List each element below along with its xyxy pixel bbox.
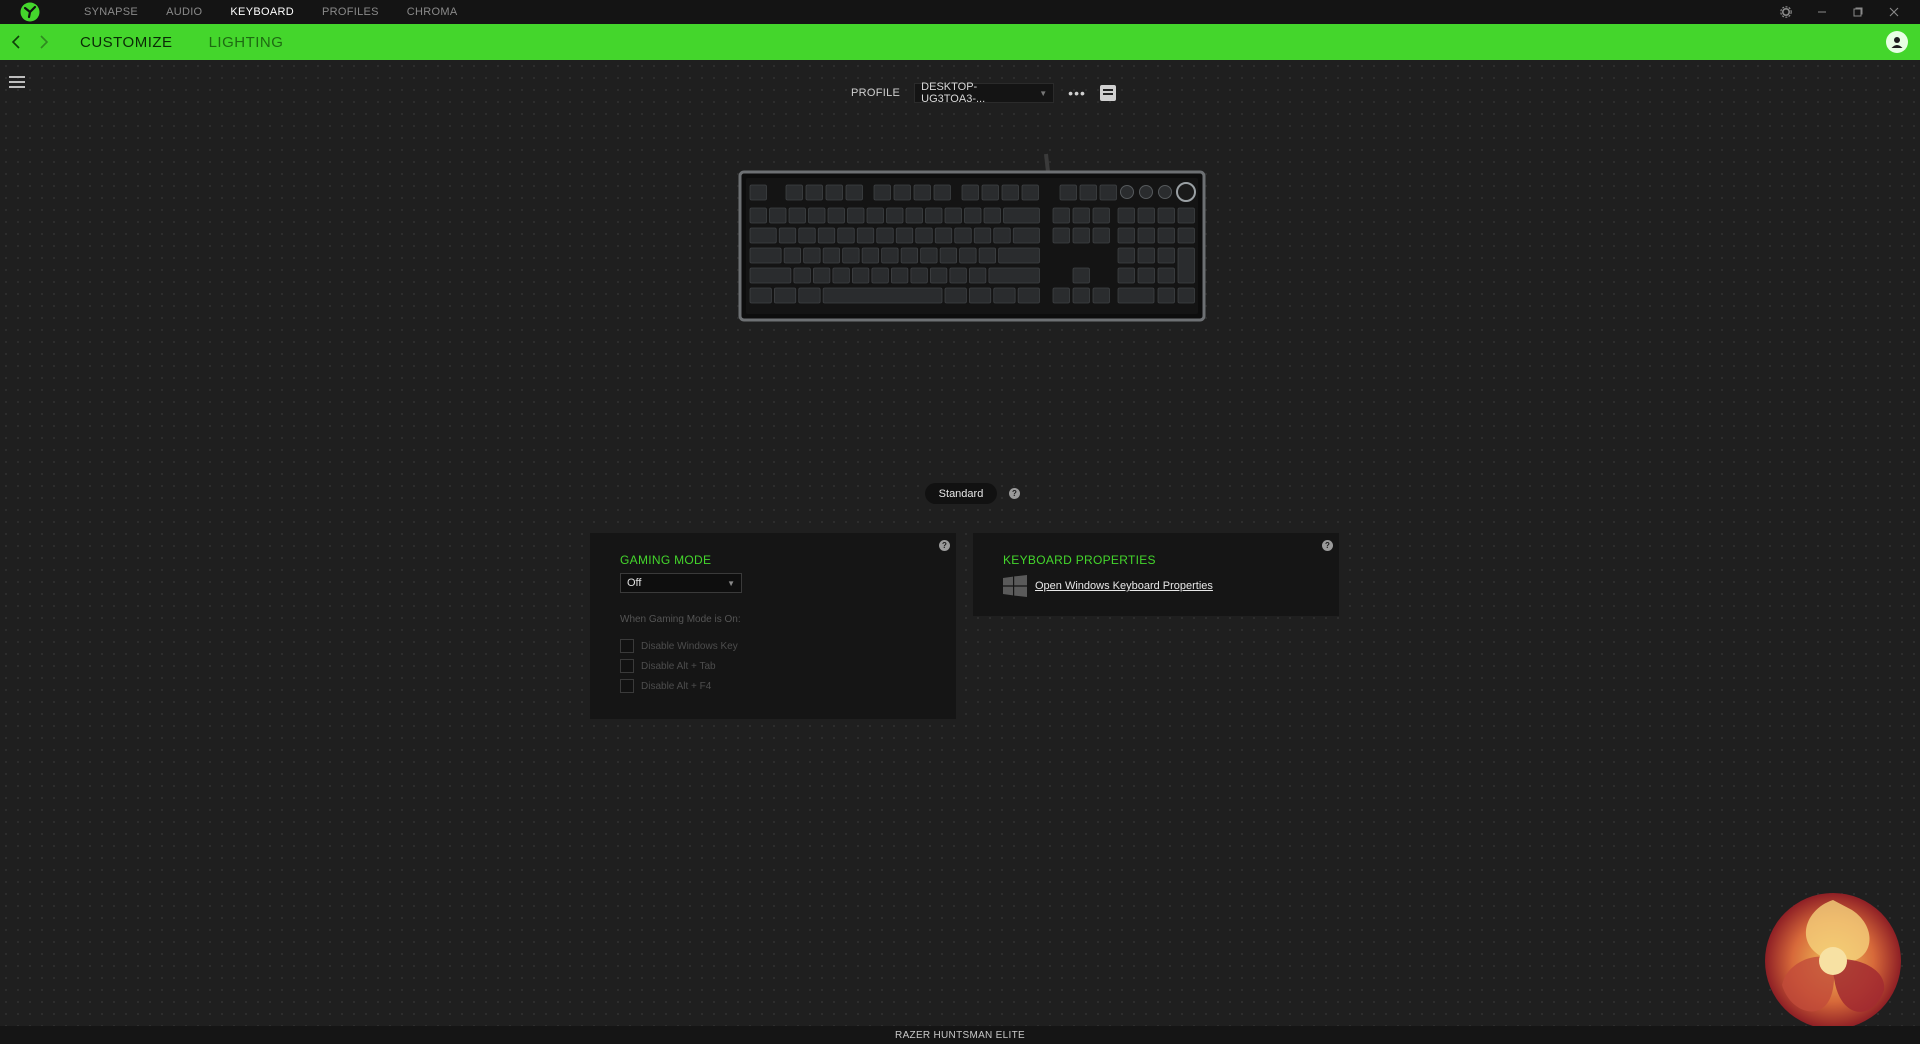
device-name: RAZER HUNTSMAN ELITE <box>895 1030 1025 1041</box>
checkbox-label: Disable Windows Key <box>641 640 738 652</box>
help-icon[interactable]: ? <box>939 540 950 551</box>
hamburger-icon[interactable] <box>9 76 25 90</box>
title-bar: SYNAPSE AUDIO KEYBOARD PROFILES CHROMA <box>0 0 1920 24</box>
open-keyboard-properties-link[interactable]: Open Windows Keyboard Properties <box>1003 575 1213 597</box>
chevron-left-icon[interactable] <box>2 24 30 60</box>
checkbox[interactable] <box>620 679 634 693</box>
window-controls <box>1768 0 1912 24</box>
top-nav: SYNAPSE AUDIO KEYBOARD PROFILES CHROMA <box>70 0 471 24</box>
close-icon[interactable] <box>1876 0 1912 24</box>
tab-customize[interactable]: CUSTOMIZE <box>62 34 191 51</box>
gaming-mode-panel: GAMING MODE ? Off ▼ When Gaming Mode is … <box>590 533 956 719</box>
gaming-mode-title: GAMING MODE <box>620 553 712 567</box>
windows-logo-icon <box>1003 575 1027 597</box>
disable-alt-f4-checkbox[interactable]: Disable Alt + F4 <box>620 679 711 693</box>
checkbox[interactable] <box>620 659 634 673</box>
disable-windows-key-checkbox[interactable]: Disable Windows Key <box>620 639 738 653</box>
razer-logo-icon[interactable] <box>20 2 40 22</box>
gaming-mode-value: Off <box>627 577 642 589</box>
keyboard-properties-title: KEYBOARD PROPERTIES <box>1003 553 1156 567</box>
tab-profiles[interactable]: PROFILES <box>308 0 393 24</box>
disable-alt-tab-checkbox[interactable]: Disable Alt + Tab <box>620 659 716 673</box>
tab-lighting[interactable]: LIGHTING <box>191 34 302 51</box>
device-icon[interactable] <box>1099 85 1116 101</box>
help-icon[interactable]: ? <box>1009 488 1020 499</box>
sub-nav-bar: CUSTOMIZE LIGHTING <box>0 24 1920 60</box>
tab-synapse[interactable]: SYNAPSE <box>70 0 152 24</box>
checkbox-label: Disable Alt + Tab <box>641 660 716 672</box>
gaming-mode-select[interactable]: Off ▼ <box>620 573 742 593</box>
chevron-right-icon[interactable] <box>30 24 58 60</box>
tab-keyboard[interactable]: KEYBOARD <box>216 0 308 24</box>
gear-icon[interactable] <box>1768 0 1804 24</box>
profile-select[interactable]: DESKTOP-UG3TOA3-... ▼ <box>914 81 1055 105</box>
help-icon[interactable]: ? <box>1322 540 1333 551</box>
ellipsis-icon[interactable]: ••• <box>1064 85 1090 101</box>
gaming-mode-note: When Gaming Mode is On: <box>620 614 741 625</box>
chevron-down-icon: ▼ <box>727 578 735 588</box>
status-bar: RAZER HUNTSMAN ELITE <box>0 1026 1920 1044</box>
open-keyboard-properties-label: Open Windows Keyboard Properties <box>1035 580 1213 592</box>
keyboard-properties-panel: KEYBOARD PROPERTIES ? Open Windows Keybo… <box>973 533 1339 616</box>
tab-audio[interactable]: AUDIO <box>152 0 216 24</box>
mode-pill[interactable]: Standard <box>925 483 997 504</box>
maximize-icon[interactable] <box>1840 0 1876 24</box>
profile-select-value: DESKTOP-UG3TOA3-... <box>921 81 986 105</box>
user-icon[interactable] <box>1886 31 1908 53</box>
profile-label: PROFILE <box>851 87 901 99</box>
checkbox-label: Disable Alt + F4 <box>641 680 712 692</box>
minimize-icon[interactable] <box>1804 0 1840 24</box>
checkbox[interactable] <box>620 639 634 653</box>
profile-row: PROFILE DESKTOP-UG3TOA3-... ▼ ••• <box>851 81 1116 105</box>
watermark-logo <box>1765 893 1901 1029</box>
chevron-down-icon: ▼ <box>1039 88 1048 98</box>
keyboard-image <box>738 153 1206 322</box>
tab-chroma[interactable]: CHROMA <box>393 0 472 24</box>
